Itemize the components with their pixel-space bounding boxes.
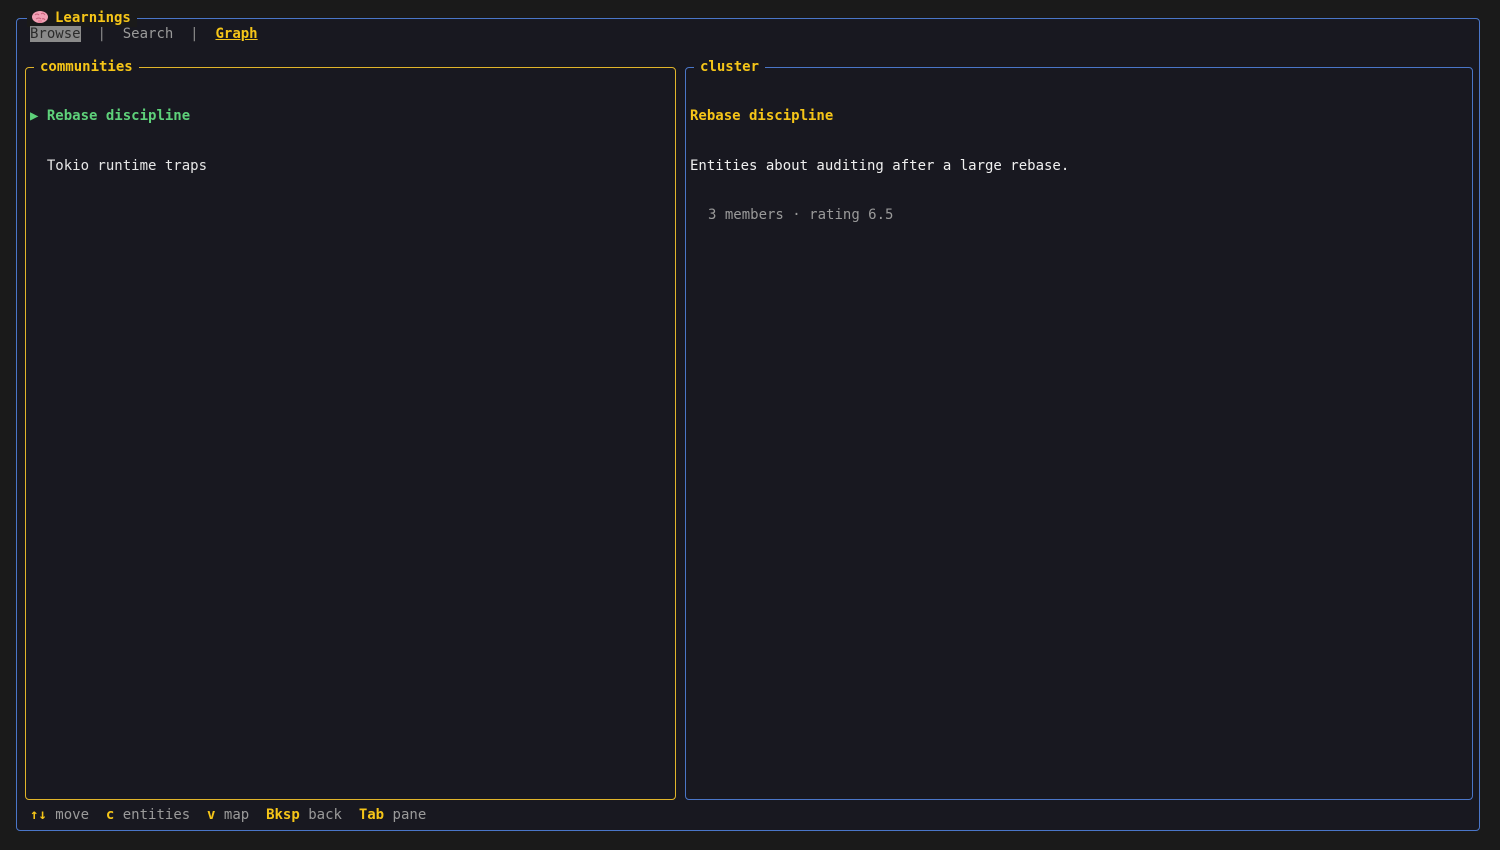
hint-key-map: v bbox=[207, 807, 216, 823]
communities-list: ▶ Rebase discipline Tokio runtime traps bbox=[30, 75, 207, 207]
tab-search[interactable]: Search bbox=[123, 26, 174, 42]
tab-bar: Browse | Search | Graph bbox=[30, 26, 258, 43]
selection-arrow-icon: ▶ bbox=[30, 108, 39, 124]
communities-pane[interactable]: communities ▶ Rebase discipline Tokio ru… bbox=[25, 59, 676, 800]
list-item[interactable]: Tokio runtime traps bbox=[30, 158, 207, 175]
tab-separator: | bbox=[190, 26, 199, 42]
hint-key-pane: Tab bbox=[358, 807, 385, 823]
cluster-pane-title: cluster bbox=[694, 59, 766, 75]
hint-key-move: ↑↓ bbox=[30, 807, 47, 823]
cluster-name: Rebase discipline bbox=[690, 108, 834, 124]
brain-icon bbox=[32, 11, 48, 23]
cluster-rating: rating 6.5 bbox=[809, 207, 894, 223]
cluster-meta: 3 members · rating 6.5 bbox=[690, 207, 1069, 224]
list-item-label: Tokio runtime traps bbox=[46, 157, 208, 174]
tab-browse[interactable]: Browse bbox=[30, 26, 81, 42]
app-title-bar: Learnings bbox=[27, 9, 137, 27]
cluster-pane[interactable]: cluster Rebase discipline Entities about… bbox=[685, 59, 1473, 800]
cluster-members-count: 3 members bbox=[708, 207, 784, 223]
communities-pane-title: communities bbox=[34, 59, 139, 75]
hint-desc-map: map bbox=[223, 807, 250, 823]
cluster-description: Entities about auditing after a large re… bbox=[690, 157, 1070, 174]
cluster-detail: Rebase discipline Entities about auditin… bbox=[690, 75, 1069, 257]
hint-desc-move: move bbox=[55, 807, 90, 823]
keybinding-hints: ↑↓ move c entities v map Bksp back Tab p… bbox=[30, 807, 426, 824]
hint-desc-pane: pane bbox=[392, 807, 427, 823]
app-title: Learnings bbox=[55, 10, 131, 26]
tab-separator: | bbox=[97, 26, 106, 42]
hint-key-entities: c bbox=[105, 807, 115, 823]
app-frame: Learnings Browse | Search | Graph commun… bbox=[16, 9, 1480, 831]
hint-key-back: Bksp bbox=[266, 807, 300, 823]
tab-graph[interactable]: Graph bbox=[215, 26, 257, 42]
list-item-label: Rebase discipline bbox=[46, 108, 191, 124]
list-item[interactable]: ▶ Rebase discipline bbox=[30, 108, 207, 125]
hint-desc-back: back bbox=[308, 807, 342, 823]
hint-desc-entities: entities bbox=[122, 807, 191, 823]
meta-separator: · bbox=[792, 207, 801, 223]
